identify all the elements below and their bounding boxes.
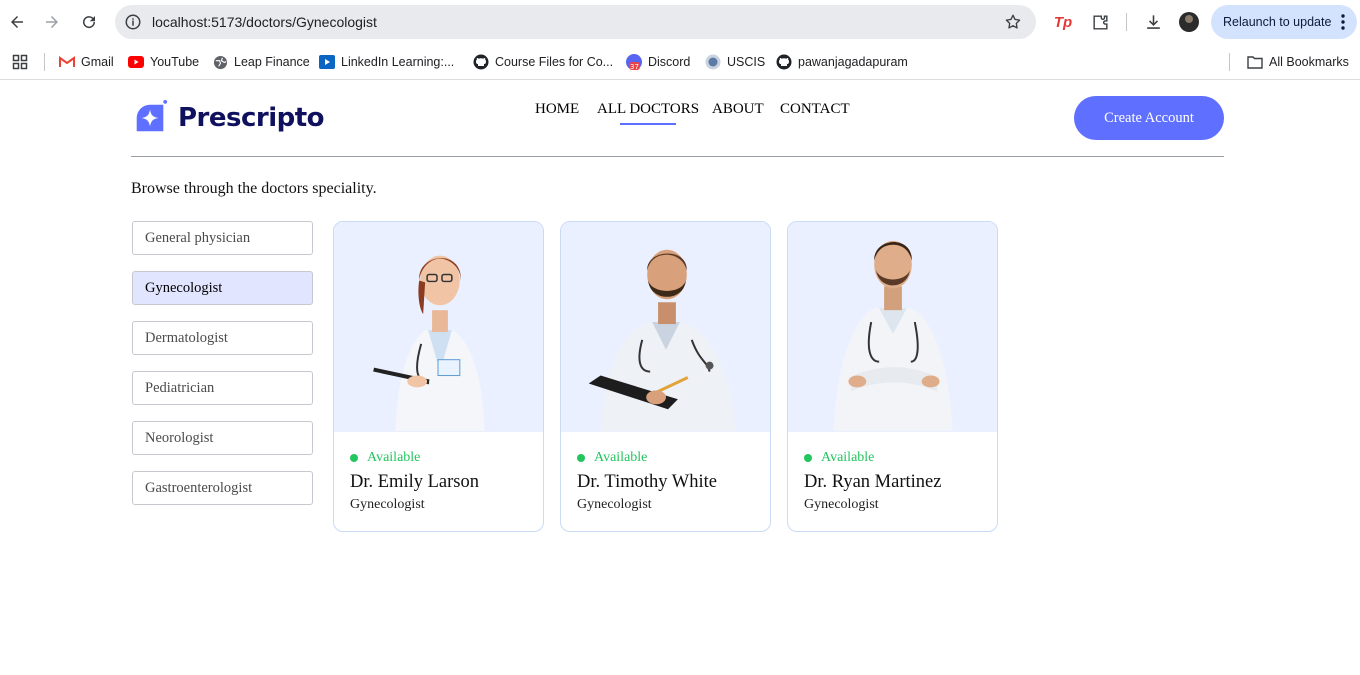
logo-text: Prescripto: [178, 103, 325, 133]
site-info-icon[interactable]: [124, 13, 142, 31]
folder-icon: [1247, 54, 1263, 70]
download-icon[interactable]: [1143, 12, 1163, 32]
nav-contact[interactable]: CONTACT: [780, 101, 850, 118]
status-text: Available: [821, 450, 875, 465]
bookmark-label: pawanjagadapuram: [798, 55, 908, 69]
status-dot: [577, 454, 585, 462]
speciality-pediatrician[interactable]: Pediatrician: [132, 371, 313, 405]
bookmark-star-icon[interactable]: [1004, 13, 1022, 31]
site-logo[interactable]: Prescripto: [131, 99, 325, 137]
bookmark-youtube[interactable]: YouTube: [128, 52, 199, 72]
github-icon: [776, 54, 792, 70]
nav-home[interactable]: HOME: [535, 101, 579, 118]
doctor-photo: [788, 222, 997, 432]
bookmark-label: USCIS: [727, 55, 766, 69]
availability-status: Available: [577, 450, 647, 466]
discord-icon: 37: [626, 54, 642, 70]
bookmark-label: Course Files for Co...: [495, 55, 614, 69]
doctor-photo: [561, 222, 770, 432]
doctor-name: Dr. Timothy White: [577, 472, 717, 492]
status-dot: [804, 454, 812, 462]
relaunch-label: Relaunch to update: [1223, 15, 1332, 29]
all-bookmarks-label: All Bookmarks: [1269, 55, 1349, 69]
speciality-gynecologist[interactable]: Gynecologist: [132, 271, 313, 305]
browser-toolbar: localhost:5173/doctors/Gynecologist Tp R…: [0, 0, 1360, 44]
doctor-card[interactable]: Available Dr. Timothy White Gynecologist: [560, 221, 771, 532]
availability-status: Available: [350, 450, 420, 466]
doctor-speciality: Gynecologist: [350, 497, 425, 512]
doctor-name: Dr. Emily Larson: [350, 472, 479, 492]
bookmark-label: Leap Finance: [234, 55, 310, 69]
availability-status: Available: [804, 450, 874, 466]
create-account-button[interactable]: Create Account: [1074, 96, 1224, 140]
bookmark-course-files[interactable]: Course Files for Co...: [473, 52, 613, 72]
relaunch-button[interactable]: Relaunch to update: [1211, 5, 1357, 39]
speciality-general-physician[interactable]: General physician: [132, 221, 313, 255]
bookmark-uscis[interactable]: USCIS: [705, 52, 765, 72]
doctor-name: Dr. Ryan Martinez: [804, 472, 942, 492]
bookmark-label: Gmail: [81, 55, 114, 69]
status-text: Available: [594, 450, 648, 465]
bookmark-gmail[interactable]: Gmail: [59, 52, 114, 72]
intro-text: Browse through the doctors speciality.: [131, 180, 377, 197]
status-dot: [350, 454, 358, 462]
gmail-icon: [59, 54, 75, 70]
linkedin-learning-icon: [319, 54, 335, 70]
bookmark-label: Discord: [648, 55, 691, 69]
apps-grid-icon[interactable]: [12, 52, 28, 72]
youtube-icon: [128, 54, 144, 70]
extensions-puzzle-icon[interactable]: [1090, 12, 1110, 32]
bookmarks-bar: Gmail YouTube Leap Finance LinkedIn Lear…: [0, 44, 1360, 80]
discord-badge: 37: [630, 63, 639, 70]
bookmarks-divider: [44, 53, 45, 71]
prescripto-logo-icon: [136, 99, 168, 132]
more-menu-icon[interactable]: [1341, 13, 1345, 31]
toolbar-divider: [1126, 13, 1127, 31]
reload-icon[interactable]: [77, 10, 101, 34]
nav-all-doctors[interactable]: ALL DOCTORS: [597, 101, 699, 118]
forward-icon[interactable]: [40, 10, 64, 34]
speciality-gastroenterologist[interactable]: Gastroenterologist: [132, 471, 313, 505]
bookmark-label: LinkedIn Learning:...: [341, 55, 455, 69]
globe-icon: [212, 54, 228, 70]
doctor-speciality: Gynecologist: [577, 497, 652, 512]
doctor-card[interactable]: Available Dr. Emily Larson Gynecologist: [333, 221, 544, 532]
uscis-seal-icon: [705, 54, 721, 70]
back-icon[interactable]: [5, 10, 29, 34]
bookmark-linkedin-learning[interactable]: LinkedIn Learning:...: [319, 52, 454, 72]
bookmark-pawanjagadapuram[interactable]: pawanjagadapuram: [776, 52, 908, 72]
status-text: Available: [367, 450, 421, 465]
profile-avatar[interactable]: [1179, 12, 1199, 32]
speciality-dermatologist[interactable]: Dermatologist: [132, 321, 313, 355]
doctor-photo: [334, 222, 543, 432]
bookmark-discord[interactable]: 37 Discord: [626, 52, 690, 72]
tp-extension-icon[interactable]: Tp: [1053, 12, 1073, 32]
bookmark-leap-finance[interactable]: Leap Finance: [212, 52, 310, 72]
doctor-card[interactable]: Available Dr. Ryan Martinez Gynecologist: [787, 221, 998, 532]
header-divider: [131, 156, 1224, 157]
speciality-neurologist[interactable]: Neorologist: [132, 421, 313, 455]
github-icon: [473, 54, 489, 70]
bookmarks-divider: [1229, 53, 1230, 71]
bookmark-label: YouTube: [150, 55, 200, 69]
address-bar[interactable]: localhost:5173/doctors/Gynecologist: [115, 5, 1036, 39]
nav-about[interactable]: ABOUT: [712, 101, 764, 118]
all-bookmarks-button[interactable]: All Bookmarks: [1247, 52, 1349, 72]
doctor-speciality: Gynecologist: [804, 497, 879, 512]
url-text: localhost:5173/doctors/Gynecologist: [152, 14, 377, 30]
